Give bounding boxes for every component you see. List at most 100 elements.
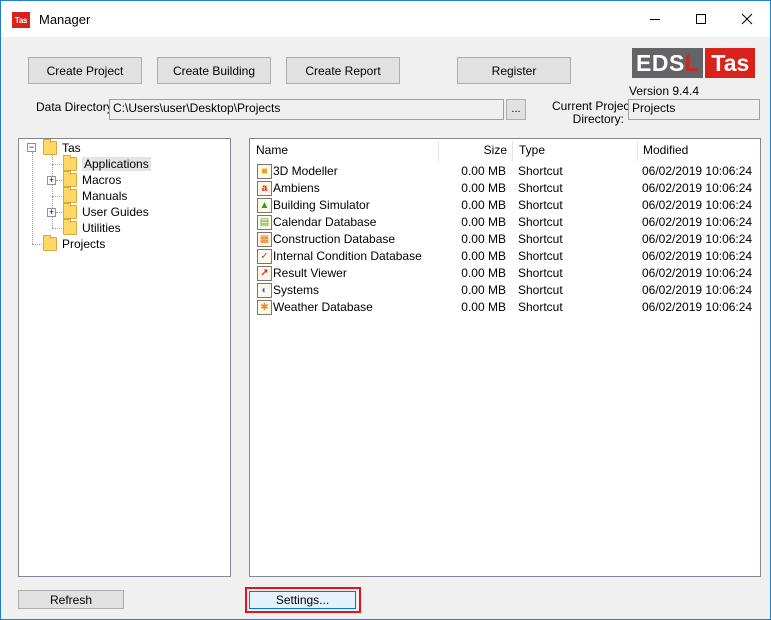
file-modified: 06/02/2019 10:06:24 (642, 164, 753, 178)
file-size: 0.00 MB (461, 300, 506, 314)
create-report-button[interactable]: Create Report (286, 57, 400, 84)
register-button[interactable]: Register (457, 57, 571, 84)
file-name: Ambiens (273, 181, 320, 195)
systems-icon: ◐ (257, 283, 272, 298)
weather-database-icon: ✱ (257, 300, 272, 315)
create-project-button[interactable]: Create Project (28, 57, 142, 84)
column-header-name[interactable]: Name (250, 139, 438, 162)
list-item[interactable]: ■ 3D Modeller 0.00 MB Shortcut 06/02/2019 10… (250, 163, 760, 180)
file-size: 0.00 MB (461, 181, 506, 195)
column-header-size[interactable]: Size (439, 139, 512, 162)
folder-icon (43, 235, 57, 251)
file-type: Shortcut (518, 266, 563, 280)
folder-icon (63, 219, 77, 235)
building-simulator-icon: ▲ (257, 198, 272, 213)
list-item[interactable]: ✱ Weather Database 0.00 MB Shortcut 06/02/20… (250, 299, 760, 316)
file-name: 3D Modeller (273, 164, 338, 178)
file-modified: 06/02/2019 10:06:24 (642, 198, 753, 212)
file-type: Shortcut (518, 283, 563, 297)
file-name: Systems (273, 283, 320, 297)
file-size: 0.00 MB (461, 266, 506, 280)
file-modified: 06/02/2019 10:06:24 (642, 300, 753, 314)
column-header-modified[interactable]: Modified (637, 139, 760, 162)
list-item[interactable]: ◐ Systems 0.00 MB Shortcut 06/02/2019 10:06:… (250, 282, 760, 299)
tree-item-user-guides[interactable]: User Guides (63, 203, 149, 220)
data-directory-label: Data Directory: (36, 100, 117, 114)
tree-item-applications[interactable]: Applications (63, 155, 151, 172)
folder-icon (63, 155, 77, 171)
file-name: Construction Database (273, 232, 396, 246)
file-size: 0.00 MB (461, 198, 506, 212)
file-list[interactable]: Name Size Type Modified ■ 3D Modeller 0.00… (249, 138, 761, 577)
maximize-icon (696, 14, 706, 24)
list-item[interactable]: a Ambiens 0.00 MB Shortcut 06/02/2019 10:06:… (250, 180, 760, 197)
tree-item-macros[interactable]: Macros (63, 171, 121, 188)
expand-macros-icon[interactable]: + (47, 176, 56, 185)
file-modified: 06/02/2019 10:06:24 (642, 283, 753, 297)
list-header: Name Size Type Modified (250, 139, 760, 162)
refresh-button[interactable]: Refresh (18, 590, 124, 609)
file-type: Shortcut (518, 164, 563, 178)
file-modified: 06/02/2019 10:06:24 (642, 232, 753, 246)
collapse-tas-icon[interactable]: − (27, 143, 36, 152)
file-name: Calendar Database (273, 215, 377, 229)
list-item[interactable]: ↗ Result Viewer 0.00 MB Shortcut 06/02/2019 … (250, 265, 760, 282)
file-type: Shortcut (518, 300, 563, 314)
file-size: 0.00 MB (461, 164, 506, 178)
settings-highlight-box (245, 587, 361, 613)
version-label: Version 9.4.4 (629, 84, 700, 98)
file-type: Shortcut (518, 198, 563, 212)
tree-item-utilities[interactable]: Utilities (63, 219, 121, 236)
folder-icon (43, 139, 57, 155)
close-icon (741, 13, 753, 25)
list-item[interactable]: ▲ Building Simulator 0.00 MB Shortcut 06/02/… (250, 197, 760, 214)
folder-tree[interactable]: − Tas Applications + Macros Manuals + Us… (18, 138, 231, 577)
ambiens-icon: a (257, 181, 272, 196)
file-size: 0.00 MB (461, 249, 506, 263)
3d-modeller-icon: ■ (257, 164, 272, 179)
close-button[interactable] (724, 1, 770, 37)
browse-button[interactable]: ... (506, 99, 526, 120)
file-type: Shortcut (518, 181, 563, 195)
tree-item-projects[interactable]: Projects (43, 235, 105, 252)
tree-item-manuals[interactable]: Manuals (63, 187, 127, 204)
list-item[interactable]: ✓ Internal Condition Database 0.00 MB Short… (250, 248, 760, 265)
folder-icon (63, 203, 77, 219)
construction-database-icon: ▦ (257, 232, 272, 247)
file-type: Shortcut (518, 232, 563, 246)
list-item[interactable]: ▦ Construction Database 0.00 MB Shortcut 06/… (250, 231, 760, 248)
current-project-label: Current Project Directory: (552, 99, 633, 126)
file-name: Weather Database (273, 300, 373, 314)
calendar-database-icon: ▤ (257, 215, 272, 230)
list-item[interactable]: ▤ Calendar Database 0.00 MB Shortcut 06/02/2… (250, 214, 760, 231)
tas-app-icon: Tas (12, 12, 30, 28)
file-type: Shortcut (518, 215, 563, 229)
file-modified: 06/02/2019 10:06:24 (642, 215, 753, 229)
folder-icon (63, 187, 77, 203)
file-name: Building Simulator (273, 198, 370, 212)
file-modified: 06/02/2019 10:06:24 (642, 249, 753, 263)
title-bar[interactable]: Tas Manager (1, 1, 770, 37)
file-size: 0.00 MB (461, 283, 506, 297)
current-project-field[interactable]: Projects (628, 99, 760, 120)
maximize-button[interactable] (678, 1, 724, 37)
data-directory-field[interactable]: C:\Users\user\Desktop\Projects (109, 99, 504, 120)
file-modified: 06/02/2019 10:06:24 (642, 266, 753, 280)
result-viewer-icon: ↗ (257, 266, 272, 281)
file-name: Internal Condition Database (273, 249, 422, 263)
edsl-tas-logo: EDSL Tas (632, 48, 756, 78)
column-header-type[interactable]: Type (513, 139, 637, 162)
expand-user-guides-icon[interactable]: + (47, 208, 56, 217)
tree-item-tas[interactable]: Tas (43, 139, 81, 156)
manager-window: Tas Manager Create Project Create Buildi… (0, 0, 771, 620)
folder-icon (63, 171, 77, 187)
window-title: Manager (39, 12, 91, 27)
internal-condition-database-icon: ✓ (257, 249, 272, 264)
file-size: 0.00 MB (461, 215, 506, 229)
file-name: Result Viewer (273, 266, 347, 280)
file-type: Shortcut (518, 249, 563, 263)
minimize-button[interactable] (632, 1, 678, 37)
file-size: 0.00 MB (461, 232, 506, 246)
minimize-icon (650, 19, 660, 20)
create-building-button[interactable]: Create Building (157, 57, 271, 84)
